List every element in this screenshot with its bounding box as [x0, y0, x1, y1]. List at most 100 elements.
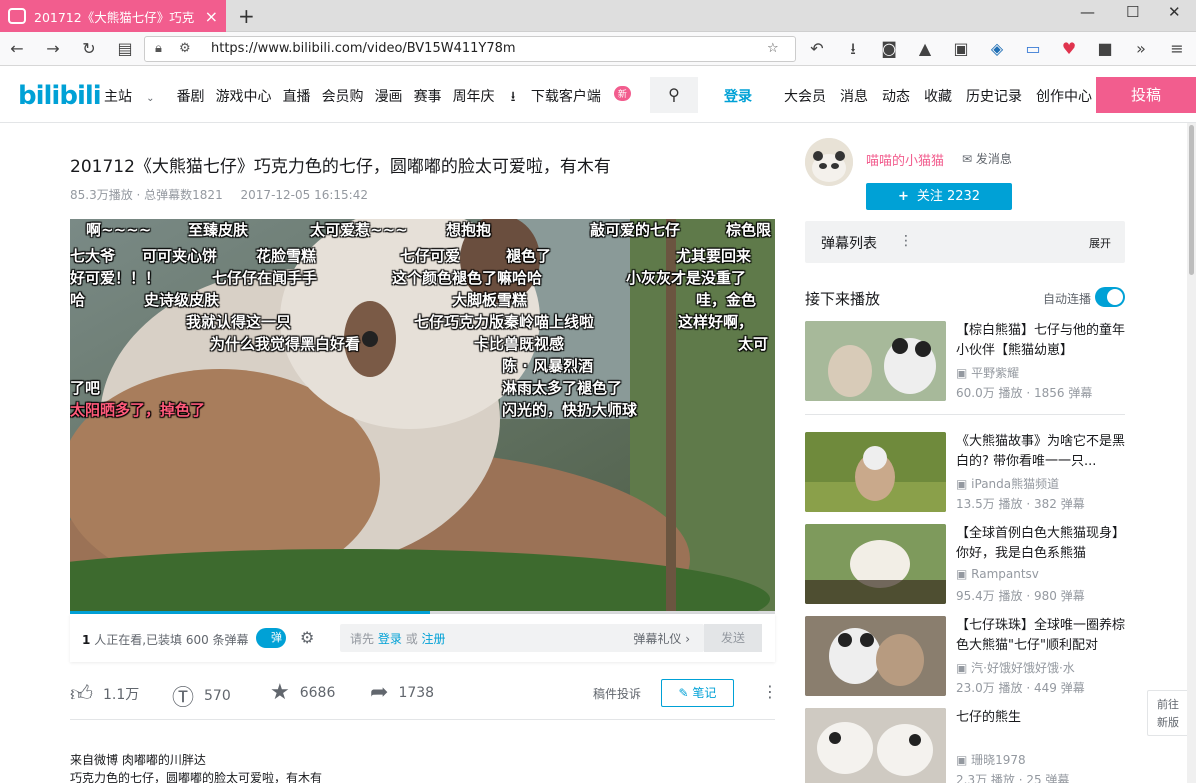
rec-uploader[interactable]: ▣ 汽·好饿好饿好饿·水 — [956, 659, 1075, 676]
follow-label: 关注 2232 — [916, 189, 981, 204]
save-icon[interactable]: ▭ — [1022, 38, 1044, 60]
nav-vip[interactable]: 大会员 — [784, 86, 826, 106]
like-button[interactable]: 👍︎ 1.1万 — [70, 680, 139, 707]
url-bar[interactable]: 🔒︎ ⚙ https://www.bilibili.com/video/BV15… — [144, 36, 796, 62]
undo-icon[interactable]: ↶ — [806, 38, 828, 60]
rec-thumbnail[interactable] — [805, 432, 946, 512]
nav-item-comic[interactable]: 漫画 — [375, 86, 403, 110]
danmaku-comment: 这样好啊， — [678, 313, 754, 331]
menu-icon[interactable]: ≡ — [1166, 38, 1188, 60]
danmaku-comment: 啊~~~~ — [86, 221, 152, 239]
danmaku-list-panel[interactable]: 弹幕列表 ⋮ 展开 — [805, 221, 1125, 263]
nav-history[interactable]: 历史记录 — [966, 86, 1022, 106]
danmaku-input[interactable]: 请先 登录 或 注册 弹幕礼仪 › — [340, 624, 704, 652]
share-button[interactable]: ➦ 1738 — [370, 680, 434, 705]
video-actions: 👍︎ 1.1万 Ⓣ 570 ★ 6686 ➦ 1738 稿件投诉 ✎ 笔记 ⋮ — [70, 676, 778, 712]
camera-icon[interactable]: ◙ — [878, 38, 900, 60]
reload-icon[interactable]: ↻ — [78, 38, 100, 60]
follow-button[interactable]: + 关注 2232 — [866, 183, 1012, 210]
nav-item-live[interactable]: 直播 — [283, 86, 311, 110]
nav-messages[interactable]: 消息 — [840, 86, 868, 106]
nav-item-download[interactable]: ⭳ 下载客户端新 — [511, 86, 642, 110]
danmaku-comment: 我就认得这一只 — [186, 313, 292, 331]
danmaku-comment: 七仔可爱 — [400, 247, 461, 265]
favorite-button[interactable]: ★ 6686 — [270, 680, 335, 705]
upload-button[interactable]: 投稿 — [1096, 77, 1196, 113]
rec-uploader[interactable]: ▣ iPanda熊猫频道 — [956, 475, 1059, 492]
uploader-avatar[interactable] — [805, 138, 853, 186]
window-close-icon[interactable]: ✕ — [1168, 3, 1181, 21]
scrollbar-thumb[interactable] — [1189, 125, 1194, 275]
nav-dynamics[interactable]: 动态 — [882, 86, 910, 106]
nav-item-anniversary[interactable]: 周年庆 — [453, 86, 495, 110]
rec-item[interactable]: 【七仔珠珠】全球唯一圈养棕色大熊猫"七仔"顺利配对 ▣ 汽·好饿好饿好饿·水 2… — [805, 616, 1125, 700]
nav-item-shop[interactable]: 会员购 — [322, 86, 364, 110]
rec-title[interactable]: 七仔的熊生 — [956, 708, 1126, 748]
rec-item[interactable]: 【全球首例白色大熊猫现身】你好，我是白色系熊猫 ▣ Rampantsv 95.4… — [805, 524, 1125, 608]
rec-uploader[interactable]: ▣ Rampantsv — [956, 567, 1039, 581]
nav-item-main[interactable]: 主站 ⌄ — [104, 86, 166, 110]
rec-uploader[interactable]: ▣ 平野紫耀 — [956, 364, 1019, 381]
video-meta: 85.3万播放 · 总弹幕数1821 2017-12-05 16:15:42 — [70, 186, 368, 203]
rec-title[interactable]: 【全球首例白色大熊猫现身】你好，我是白色系熊猫 — [956, 524, 1126, 564]
more-options-icon[interactable]: ⋮ — [762, 682, 778, 701]
rec-title[interactable]: 【七仔珠珠】全球唯一圈养棕色大熊猫"七仔"顺利配对 — [956, 616, 1126, 656]
search-button[interactable]: ⚲ — [650, 77, 698, 113]
danmaku-toggle[interactable]: 弹 — [256, 628, 286, 648]
container-icon[interactable]: ■ — [1094, 38, 1116, 60]
danmaku-list-expand[interactable]: 展开 — [1089, 235, 1111, 251]
page-scrollbar[interactable] — [1187, 123, 1196, 783]
thumbs-up-icon: 👍︎ — [70, 682, 93, 707]
danmaku-settings-icon[interactable]: ⚙ — [300, 628, 314, 647]
rec-thumbnail[interactable] — [805, 524, 946, 604]
new-tab-button[interactable]: + — [238, 4, 255, 28]
nav-item-anime[interactable]: 番剧 — [177, 86, 205, 110]
download-icon[interactable]: ⭳ — [842, 38, 864, 60]
send-message-button[interactable]: ✉ 发消息 — [962, 150, 1012, 167]
nav-creator[interactable]: 创作中心 — [1036, 86, 1092, 106]
danmaku-comment: 史诗级皮肤 — [144, 291, 220, 309]
autoplay-switch[interactable] — [1095, 287, 1125, 307]
rec-thumbnail[interactable] — [805, 321, 946, 401]
reader-icon[interactable]: ▤ — [114, 38, 136, 60]
danmaku-list-options-icon[interactable]: ⋮ — [899, 233, 913, 249]
rec-item[interactable]: 【棕白熊猫】七仔与他的童年小伙伴【熊猫幼崽】 ▣ 平野紫耀 60.0万 播放 ·… — [805, 321, 1125, 405]
rec-item[interactable]: 七仔的熊生 ▣ 珊晓1978 2.3万 播放 · 25 弹幕 — [805, 708, 1125, 783]
uploader-name[interactable]: 喵喵的小猫猫 — [866, 150, 944, 169]
login-link[interactable]: 登录 — [724, 86, 752, 106]
prompt-register-link[interactable]: 注册 — [422, 632, 446, 646]
bilibili-logo[interactable]: bilibili — [18, 81, 102, 111]
prompt-login-link[interactable]: 登录 — [378, 632, 402, 646]
close-tab-icon[interactable]: × — [205, 7, 218, 26]
overflow-icon[interactable]: » — [1130, 38, 1152, 60]
report-link[interactable]: 稿件投诉 — [593, 685, 641, 702]
bitwarden-icon[interactable]: ◈ — [986, 38, 1008, 60]
nav-favorites[interactable]: 收藏 — [924, 86, 952, 106]
browser-tab[interactable]: 201712《大熊猫七仔》巧克力 × — [0, 0, 226, 32]
pocket-icon[interactable]: ♥ — [1058, 38, 1080, 60]
rec-title[interactable]: 《大熊猫故事》为啥它不是黑白的? 带你看唯一一只... — [956, 432, 1126, 472]
nav-item-esports[interactable]: 赛事 — [414, 86, 442, 110]
extension-icon[interactable]: ▣ — [950, 38, 972, 60]
rec-thumbnail[interactable] — [805, 616, 946, 696]
coin-button[interactable]: Ⓣ 570 — [172, 680, 231, 712]
bookmark-star-icon[interactable]: ☆ — [767, 41, 779, 56]
url-text: https://www.bilibili.com/video/BV15W411Y… — [211, 41, 516, 56]
danmaku-etiquette-link[interactable]: 弹幕礼仪 › — [633, 630, 690, 647]
rec-stats: 13.5万 播放 · 382 弹幕 — [956, 497, 1085, 511]
notes-button[interactable]: ✎ 笔记 — [661, 679, 734, 707]
nav-item-game[interactable]: 游戏中心 — [216, 86, 272, 110]
switch-new-version-button[interactable]: 前往 新版 — [1147, 690, 1189, 736]
forward-icon[interactable]: → — [42, 38, 64, 60]
rocket-icon[interactable]: ▲ — [914, 38, 936, 60]
rec-uploader[interactable]: ▣ 珊晓1978 — [956, 751, 1026, 768]
minimize-icon[interactable]: — — [1080, 3, 1095, 21]
danmaku-send-button[interactable]: 发送 — [704, 624, 762, 652]
back-icon[interactable]: ← — [6, 38, 28, 60]
rec-item[interactable]: 《大熊猫故事》为啥它不是黑白的? 带你看唯一一只... ▣ iPanda熊猫频道… — [805, 432, 1125, 516]
video-player[interactable]: 啊~~~~ 至臻皮肤 太可爱惹~~~ 想抱抱 敲可爱的七仔 棕色限 七大爷 可可夹心饼 花脸雪糕… — [70, 219, 775, 614]
permissions-icon[interactable]: ⚙ — [179, 41, 191, 56]
rec-thumbnail[interactable] — [805, 708, 946, 783]
rec-title[interactable]: 【棕白熊猫】七仔与他的童年小伙伴【熊猫幼崽】 — [956, 321, 1126, 361]
maximize-icon[interactable]: ☐ — [1126, 3, 1139, 21]
